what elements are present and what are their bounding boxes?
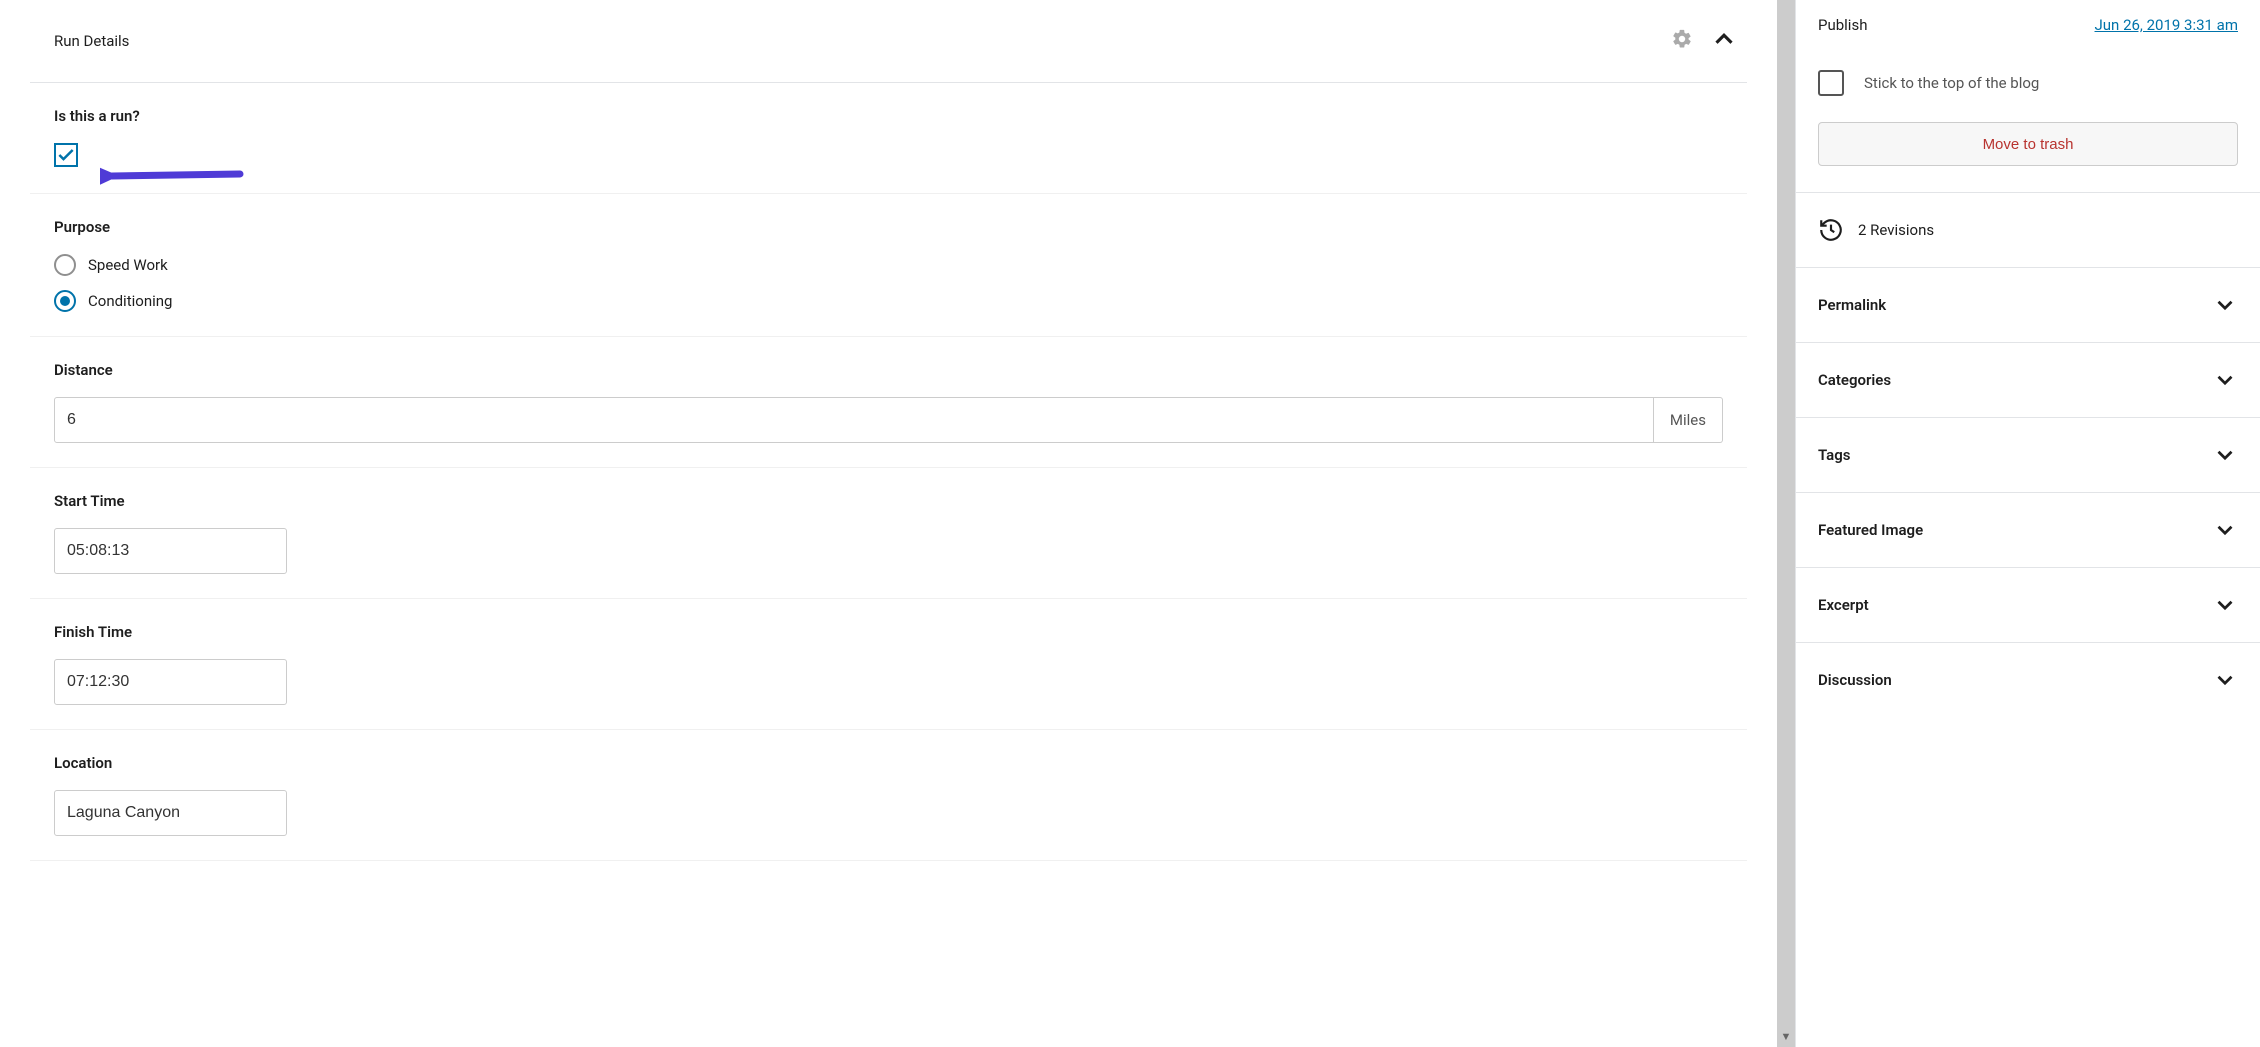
field-label-location: Location <box>54 754 1723 772</box>
accordion-label: Categories <box>1818 371 1891 389</box>
publish-label: Publish <box>1818 16 1867 34</box>
purpose-radio-group: Speed Work Conditioning <box>54 254 1723 312</box>
field-start-time: Start Time <box>30 468 1747 599</box>
accordion-categories[interactable]: Categories <box>1796 343 2260 418</box>
panel-header: Run Details <box>30 0 1747 83</box>
is-run-checkbox[interactable] <box>54 143 78 167</box>
stick-row: Stick to the top of the blog <box>1796 50 2260 122</box>
radio-icon <box>54 290 76 312</box>
accordion-label: Permalink <box>1818 296 1886 314</box>
field-distance: Distance Miles <box>30 337 1747 468</box>
field-label-purpose: Purpose <box>54 218 1723 236</box>
start-time-input[interactable] <box>54 528 287 574</box>
accordion-label: Featured Image <box>1818 521 1923 539</box>
finish-time-input[interactable] <box>54 659 287 705</box>
field-label-distance: Distance <box>54 361 1723 379</box>
revisions-row[interactable]: 2 Revisions <box>1796 193 2260 268</box>
chevron-down-icon <box>2212 517 2238 543</box>
radio-label: Conditioning <box>88 292 172 310</box>
field-location: Location <box>30 730 1747 861</box>
accordion-label: Excerpt <box>1818 596 1869 614</box>
radio-speed-work[interactable]: Speed Work <box>54 254 1723 276</box>
field-label-finish-time: Finish Time <box>54 623 1723 641</box>
panel-actions <box>1671 24 1739 58</box>
gear-icon[interactable] <box>1671 28 1693 54</box>
field-is-run: Is this a run? <box>30 83 1747 194</box>
trash-wrap: Move to trash <box>1796 122 2260 193</box>
chevron-down-icon <box>2212 367 2238 393</box>
revisions-label: 2 Revisions <box>1858 221 1934 239</box>
scroll-track[interactable]: ▼ <box>1777 0 1795 1047</box>
stick-label: Stick to the top of the blog <box>1864 74 2039 92</box>
distance-input-group: Miles <box>54 397 1723 443</box>
field-label-start-time: Start Time <box>54 492 1723 510</box>
accordion-tags[interactable]: Tags <box>1796 418 2260 493</box>
settings-sidebar: Publish Jun 26, 2019 3:31 am Stick to th… <box>1795 0 2260 1047</box>
accordion-featured-image[interactable]: Featured Image <box>1796 493 2260 568</box>
radio-label: Speed Work <box>88 256 168 274</box>
scroll-down-arrow-icon[interactable]: ▼ <box>1781 1030 1792 1043</box>
chevron-down-icon <box>2212 292 2238 318</box>
chevron-up-icon[interactable] <box>1709 24 1739 58</box>
accordion-label: Discussion <box>1818 671 1892 689</box>
location-input[interactable] <box>54 790 287 836</box>
publish-date-link[interactable]: Jun 26, 2019 3:31 am <box>2095 16 2238 34</box>
accordion-excerpt[interactable]: Excerpt <box>1796 568 2260 643</box>
chevron-down-icon <box>2212 592 2238 618</box>
history-icon <box>1818 217 1844 243</box>
move-to-trash-button[interactable]: Move to trash <box>1818 122 2238 166</box>
accordion-discussion[interactable]: Discussion <box>1796 643 2260 717</box>
stick-checkbox[interactable] <box>1818 70 1844 96</box>
radio-conditioning[interactable]: Conditioning <box>54 290 1723 312</box>
publish-row: Publish Jun 26, 2019 3:31 am <box>1796 0 2260 50</box>
distance-input[interactable] <box>54 397 1654 443</box>
field-finish-time: Finish Time <box>30 599 1747 730</box>
distance-unit-label: Miles <box>1654 397 1723 443</box>
panel-title: Run Details <box>54 32 129 50</box>
radio-icon <box>54 254 76 276</box>
chevron-down-icon <box>2212 442 2238 468</box>
accordion-permalink[interactable]: Permalink <box>1796 268 2260 343</box>
accordion-label: Tags <box>1818 446 1851 464</box>
main-content-area: Run Details Is this a run? Purpose <box>0 0 1777 1047</box>
chevron-down-icon <box>2212 667 2238 693</box>
field-label-is-run: Is this a run? <box>54 107 1723 125</box>
field-purpose: Purpose Speed Work Conditioning <box>30 194 1747 337</box>
